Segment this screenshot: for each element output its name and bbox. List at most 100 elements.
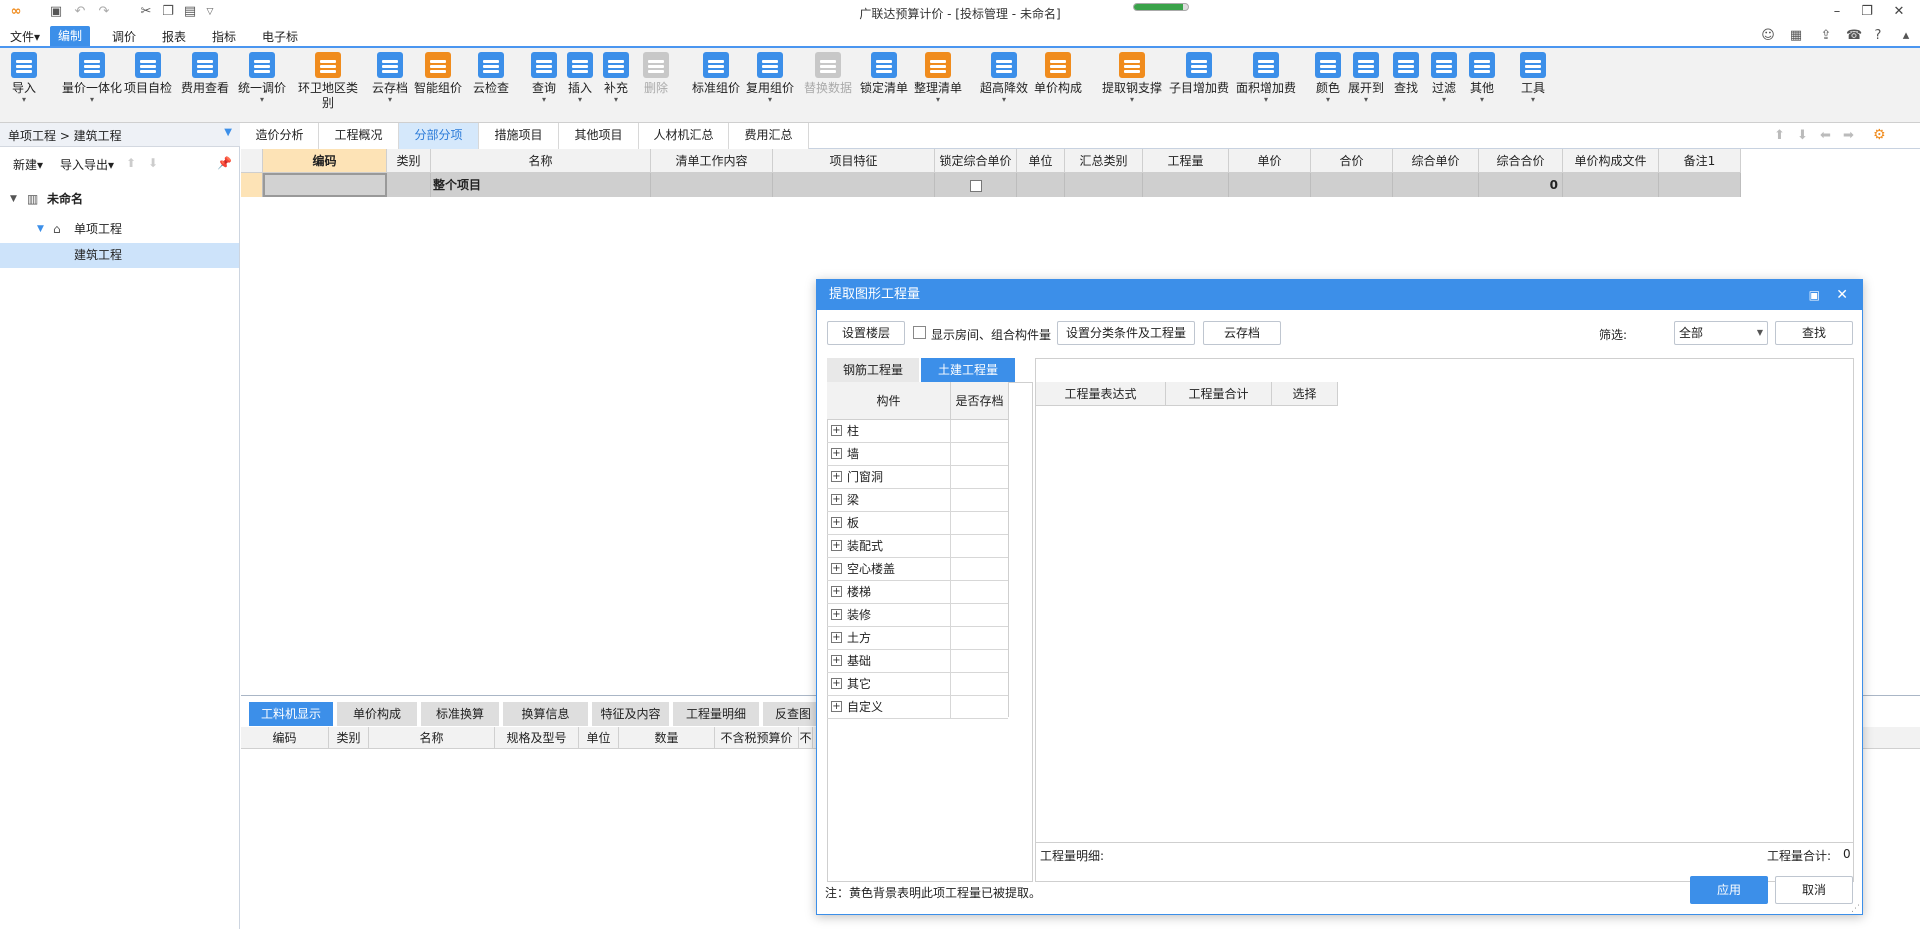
filter-select[interactable]: 全部 ▼ (1674, 321, 1768, 345)
tab-measures[interactable]: 措施项目 (479, 123, 559, 149)
user-icon[interactable]: ☺ (1760, 28, 1776, 44)
grid-header-8[interactable]: 汇总类别 (1065, 149, 1143, 173)
grid-header-10[interactable]: 单价 (1229, 149, 1311, 173)
detail-header-3[interactable]: 规格及型号 (495, 727, 579, 749)
chevron-down-icon[interactable]: ▾ (1102, 96, 1162, 104)
detail-header-0[interactable]: 编码 (241, 727, 329, 749)
detail-header-1[interactable]: 类别 (329, 727, 369, 749)
grid-cell-12[interactable] (1393, 173, 1479, 197)
grid-header-3[interactable]: 名称 (431, 149, 651, 173)
tab-rebar-quantity[interactable]: 钢筋工程量 (827, 358, 919, 382)
grid-header-12[interactable]: 综合单价 (1393, 149, 1479, 173)
grid-header-15[interactable]: 备注1 (1659, 149, 1741, 173)
component-row[interactable]: + 空心楼盖 (827, 558, 1008, 581)
grid-header-2[interactable]: 类别 (387, 149, 431, 173)
chevron-down-icon[interactable]: ▾ (1503, 96, 1563, 104)
lock-price-checkbox[interactable] (969, 179, 982, 192)
chevron-down-icon[interactable]: ▾ (232, 96, 292, 104)
grid-cell-1[interactable] (263, 173, 387, 197)
grid-header-13[interactable]: 综合合价 (1479, 149, 1563, 173)
ribbon-button-7[interactable]: 智能组价 (408, 52, 468, 96)
show-rooms-checkbox[interactable] (913, 326, 926, 339)
grid-cell-14[interactable] (1563, 173, 1659, 197)
tab-civil-quantity[interactable]: 土建工程量 (921, 358, 1015, 382)
chevron-down-icon[interactable]: ▾ (586, 96, 646, 104)
ribbon-button-16[interactable]: 锁定清单 (854, 52, 914, 96)
ribbon-button-19[interactable]: 单价构成 (1028, 52, 1088, 96)
ribbon-button-8[interactable]: 云检查 (461, 52, 521, 96)
detail-header-7[interactable]: 不 (799, 727, 813, 749)
grid-view-icon[interactable]: ▦ (1788, 28, 1804, 44)
grid-cell-10[interactable] (1229, 173, 1311, 197)
grid-cell-13[interactable]: 0 (1479, 173, 1563, 197)
grid-header-1[interactable]: 编码 (263, 149, 387, 173)
pin-icon[interactable]: 📌 (217, 156, 232, 170)
ribbon-button-28[interactable]: 工具 ▾ (1503, 52, 1563, 104)
detail-tab-3[interactable]: 换算信息 (503, 702, 588, 726)
ribbon-button-2[interactable]: 项目自检 (118, 52, 178, 96)
chevron-down-icon[interactable]: ▾ (908, 96, 968, 104)
ribbon-button-17[interactable]: 整理清单 ▾ (908, 52, 968, 104)
component-row[interactable]: + 梁 (827, 489, 1008, 512)
chevron-down-icon[interactable]: ▾ (1236, 96, 1296, 104)
nav-up-icon[interactable]: ⬆ (1774, 128, 1785, 143)
ribbon-collapse-icon[interactable]: ▴ (1898, 28, 1914, 44)
component-row[interactable]: + 楼梯 (827, 581, 1008, 604)
tab-fee-summary[interactable]: 费用汇总 (729, 123, 809, 149)
collapse-arrow-icon[interactable]: ▼ (10, 187, 17, 212)
grid-header-7[interactable]: 单位 (1017, 149, 1065, 173)
grid-header-14[interactable]: 单价构成文件 (1563, 149, 1659, 173)
grid-cell-4[interactable] (651, 173, 773, 197)
grid-header-11[interactable]: 合价 (1311, 149, 1393, 173)
ribbon-button-21[interactable]: 子目增加费 (1169, 52, 1229, 96)
ribbon-button-4[interactable]: 统一调价 ▾ (232, 52, 292, 104)
tab-project-overview[interactable]: 工程概况 (319, 123, 399, 149)
component-row[interactable]: + 土方 (827, 627, 1008, 650)
detail-header-5[interactable]: 数量 (619, 727, 715, 749)
ribbon-button-3[interactable]: 费用查看 (175, 52, 235, 96)
tree-item-root[interactable]: ▼ ▥ 未命名 (0, 187, 239, 212)
grid-cell-8[interactable] (1065, 173, 1143, 197)
expand-plus-icon[interactable]: + (831, 655, 842, 666)
ribbon-button-13[interactable]: 标准组价 (686, 52, 746, 96)
service-icon[interactable]: ☎ (1846, 28, 1862, 44)
upload-icon[interactable]: ⇪ (1818, 28, 1834, 44)
menu-report[interactable]: 报表 (154, 28, 194, 46)
menu-edit[interactable]: 编制 (50, 26, 91, 46)
component-row[interactable]: + 门窗洞 (827, 466, 1008, 489)
ribbon-button-22[interactable]: 面积增加费 ▾ (1236, 52, 1296, 104)
expand-plus-icon[interactable]: + (831, 540, 842, 551)
ribbon-button-5[interactable]: 环卫地区类别 (298, 52, 358, 111)
tree-item-single-project[interactable]: ▼ ⌂ 单项工程 (0, 217, 239, 242)
tree-item-building-project[interactable]: 建筑工程 (0, 243, 239, 268)
menu-e-bid[interactable]: 电子标 (254, 28, 306, 46)
grid-header-0[interactable] (241, 149, 263, 173)
chevron-down-icon[interactable]: ▾ (62, 96, 122, 104)
grid-cell-3[interactable]: 整个项目 (431, 173, 651, 197)
tab-labor-material[interactable]: 人材机汇总 (639, 123, 729, 149)
detail-header-2[interactable]: 名称 (369, 727, 495, 749)
minimize-button[interactable]: – (1822, 2, 1852, 22)
expand-plus-icon[interactable]: + (831, 471, 842, 482)
move-down-icon[interactable]: ⬇ (148, 156, 158, 170)
nav-right-icon[interactable]: ➡ (1843, 128, 1854, 143)
component-row[interactable]: + 柱 (827, 420, 1008, 443)
component-row[interactable]: + 其它 (827, 673, 1008, 696)
menu-file[interactable]: 文件▾ (2, 28, 48, 46)
component-row[interactable]: + 基础 (827, 650, 1008, 673)
set-floor-button[interactable]: 设置楼层 (827, 321, 905, 345)
expand-plus-icon[interactable]: + (831, 609, 842, 620)
detail-tab-2[interactable]: 标准换算 (421, 702, 499, 726)
resize-grip-icon[interactable]: ⋰ (1851, 904, 1860, 914)
component-row[interactable]: + 装修 (827, 604, 1008, 627)
expand-plus-icon[interactable]: + (831, 701, 842, 712)
menu-index[interactable]: 指标 (204, 28, 244, 46)
tab-cost-analysis[interactable]: 造价分析 (241, 123, 319, 149)
grid-cell-15[interactable] (1659, 173, 1741, 197)
apply-button[interactable]: 应用 (1690, 876, 1768, 904)
ribbon-button-18[interactable]: 超高降效 ▾ (974, 52, 1034, 104)
dialog-close-icon[interactable]: ✕ (1836, 280, 1848, 310)
expand-plus-icon[interactable]: + (831, 586, 842, 597)
ribbon-button-1[interactable]: 量价一体化 ▾ (62, 52, 122, 104)
help-icon[interactable]: ? (1870, 28, 1886, 44)
